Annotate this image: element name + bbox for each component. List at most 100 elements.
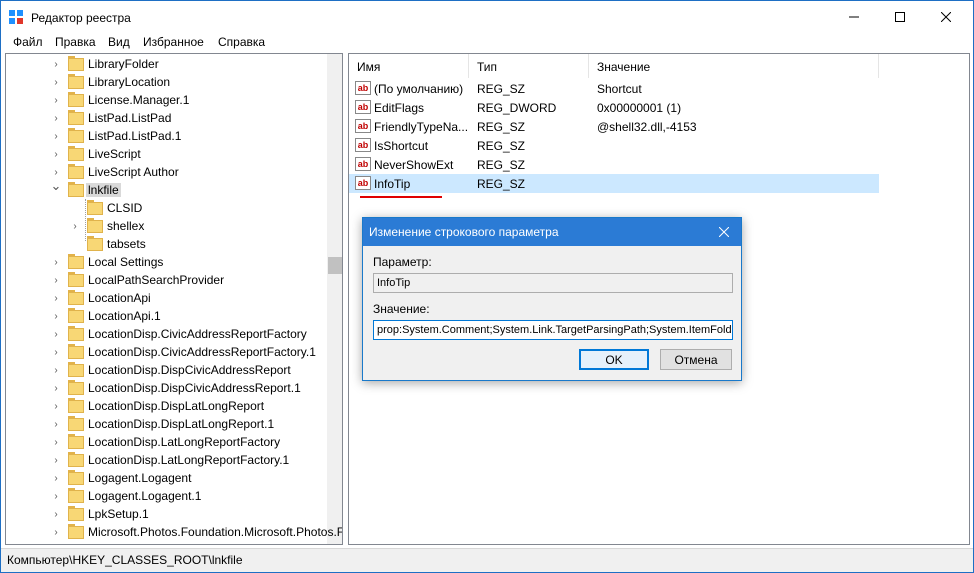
- chevron-right-icon[interactable]: ›: [51, 93, 61, 107]
- status-path: Компьютер\HKEY_CLASSES_ROOT\lnkfile: [7, 553, 243, 567]
- tree-item[interactable]: CLSID: [6, 199, 326, 217]
- column-header-name[interactable]: Имя: [349, 54, 469, 78]
- chevron-right-icon[interactable]: ›: [51, 363, 61, 377]
- tree-item[interactable]: › ListPad.ListPad: [6, 109, 326, 127]
- chevron-right-icon[interactable]: ›: [51, 147, 61, 161]
- tree-item[interactable]: › LocationDisp.LatLongReportFactory: [6, 433, 326, 451]
- tree-item-label: LocationDisp.LatLongReportFactory: [88, 435, 281, 449]
- tree-item[interactable]: › LocationDisp.CivicAddressReportFactory: [6, 325, 326, 343]
- chevron-right-icon[interactable]: ›: [51, 525, 61, 539]
- chevron-right-icon[interactable]: ›: [51, 111, 61, 125]
- tree-item[interactable]: › Microsoft.Photos.Foundation.Microsoft.P…: [6, 523, 342, 541]
- chevron-right-icon[interactable]: ›: [51, 255, 61, 269]
- chevron-right-icon[interactable]: ›: [51, 471, 61, 485]
- chevron-right-icon[interactable]: ›: [51, 435, 61, 449]
- value-row[interactable]: ab InfoTip REG_SZ: [349, 174, 879, 193]
- tree-item[interactable]: › shellex: [6, 217, 326, 235]
- folder-icon: [68, 74, 84, 89]
- close-button[interactable]: [923, 1, 969, 33]
- chevron-right-icon[interactable]: ›: [51, 309, 61, 323]
- tree-scrollbar[interactable]: [327, 54, 342, 544]
- chevron-right-icon[interactable]: ›: [51, 381, 61, 395]
- tree-item[interactable]: › LocationApi.1: [6, 307, 326, 325]
- dialog-title: Изменение строкового параметра: [369, 225, 559, 239]
- tree-item[interactable]: › LocationDisp.DispLatLongReport.1: [6, 415, 326, 433]
- ok-button[interactable]: OK: [579, 349, 649, 370]
- folder-icon: [68, 398, 84, 413]
- annotation-underline: [360, 196, 442, 198]
- tree-item[interactable]: › LocationDisp.DispCivicAddressReport: [6, 361, 326, 379]
- menu-favorites[interactable]: Избранное: [143, 35, 204, 49]
- tree-item[interactable]: › LocalPathSearchProvider: [6, 271, 326, 289]
- menu-bar: Файл Правка Вид Избранное Справка: [1, 33, 973, 53]
- chevron-right-icon[interactable]: ›: [51, 75, 61, 89]
- chevron-right-icon[interactable]: ›: [51, 165, 61, 179]
- folder-icon: [68, 182, 84, 197]
- tree-item[interactable]: › Local Settings: [6, 253, 326, 271]
- chevron-right-icon[interactable]: ›: [51, 489, 61, 503]
- tree-item[interactable]: › LocationDisp.CivicAddressReportFactory.…: [6, 343, 326, 361]
- chevron-right-icon[interactable]: ›: [51, 273, 61, 287]
- chevron-right-icon[interactable]: ›: [51, 345, 61, 359]
- value-row[interactable]: ab (По умолчанию) REG_SZ Shortcut: [349, 79, 879, 98]
- value-data: 0x00000001 (1): [597, 101, 682, 115]
- value-label: Значение:: [373, 302, 430, 316]
- tree-item[interactable]: › ListPad.ListPad.1: [6, 127, 326, 145]
- tree-item-label: LocationApi: [88, 291, 151, 305]
- tree-item[interactable]: › License.Manager.1: [6, 91, 326, 109]
- chevron-right-icon[interactable]: ›: [51, 57, 61, 71]
- tree-item-label: LocationApi.1: [88, 309, 161, 323]
- tree-item[interactable]: › LocationDisp.DispLatLongReport: [6, 397, 326, 415]
- tree-item[interactable]: › Logagent.Logagent: [6, 469, 326, 487]
- folder-icon: [68, 56, 84, 71]
- tree-item[interactable]: › LocationDisp.DispCivicAddressReport.1: [6, 379, 326, 397]
- tree-scrollbar-thumb[interactable]: [328, 257, 342, 274]
- string-value-icon: ab: [355, 138, 371, 152]
- tree-item[interactable]: tabsets: [6, 235, 326, 253]
- tree-item[interactable]: ⌄ lnkfile: [6, 178, 326, 199]
- value-row[interactable]: ab FriendlyTypeNa... REG_SZ @shell32.dll,-4…: [349, 117, 879, 136]
- chevron-down-icon[interactable]: ⌄: [51, 178, 62, 193]
- chevron-right-icon[interactable]: ›: [51, 399, 61, 413]
- title-bar[interactable]: Редактор реестра: [1, 1, 973, 33]
- chevron-right-icon[interactable]: ›: [51, 129, 61, 143]
- tree-item[interactable]: › LibraryFolder: [6, 55, 326, 73]
- close-icon: [719, 227, 729, 237]
- tree-item[interactable]: › Logagent.Logagent.1: [6, 487, 326, 505]
- tree-item-label: LiveScript: [88, 147, 141, 161]
- dialog-close-button[interactable]: [711, 220, 737, 244]
- folder-icon: [68, 434, 84, 449]
- menu-file[interactable]: Файл: [13, 35, 43, 49]
- value-row[interactable]: ab EditFlags REG_DWORD 0x00000001 (1): [349, 98, 879, 117]
- menu-edit[interactable]: Правка: [55, 35, 96, 49]
- tree-item[interactable]: › LiveScript: [6, 145, 326, 163]
- dialog-title-bar[interactable]: Изменение строкового параметра: [363, 218, 741, 246]
- chevron-right-icon[interactable]: ›: [51, 507, 61, 521]
- tree-item[interactable]: › LpkSetup.1: [6, 505, 326, 523]
- tree-item-label: License.Manager.1: [88, 93, 190, 107]
- value-row[interactable]: ab IsShortcut REG_SZ: [349, 136, 879, 155]
- chevron-right-icon[interactable]: ›: [70, 219, 80, 233]
- menu-view[interactable]: Вид: [108, 35, 130, 49]
- value-name: IsShortcut: [374, 139, 429, 153]
- column-header-type[interactable]: Тип: [469, 54, 589, 78]
- folder-icon: [68, 110, 84, 125]
- tree-item-label: LocationDisp.DispLatLongReport: [88, 399, 265, 413]
- chevron-right-icon[interactable]: ›: [51, 417, 61, 431]
- menu-help[interactable]: Справка: [218, 35, 265, 49]
- chevron-right-icon[interactable]: ›: [51, 327, 61, 341]
- chevron-right-icon[interactable]: ›: [51, 453, 61, 467]
- chevron-right-icon[interactable]: ›: [51, 291, 61, 305]
- tree-item[interactable]: › LibraryLocation: [6, 73, 326, 91]
- maximize-button[interactable]: [877, 1, 923, 33]
- cancel-button[interactable]: Отмена: [660, 349, 732, 370]
- tree-item[interactable]: › LocationDisp.LatLongReportFactory.1: [6, 451, 326, 469]
- tree-item-label: LocationDisp.LatLongReportFactory.1: [88, 453, 290, 467]
- column-header-data[interactable]: Значение: [589, 54, 879, 78]
- key-tree[interactable]: › LibraryFolder › LibraryLocation › License.M…: [5, 53, 343, 545]
- minimize-button[interactable]: [831, 1, 877, 33]
- value-row[interactable]: ab NeverShowExt REG_SZ: [349, 155, 879, 174]
- tree-item[interactable]: › LocationApi: [6, 289, 326, 307]
- value-name: EditFlags: [374, 101, 425, 115]
- value-data-input[interactable]: prop:System.Comment;System.Link.TargetPa…: [373, 320, 733, 340]
